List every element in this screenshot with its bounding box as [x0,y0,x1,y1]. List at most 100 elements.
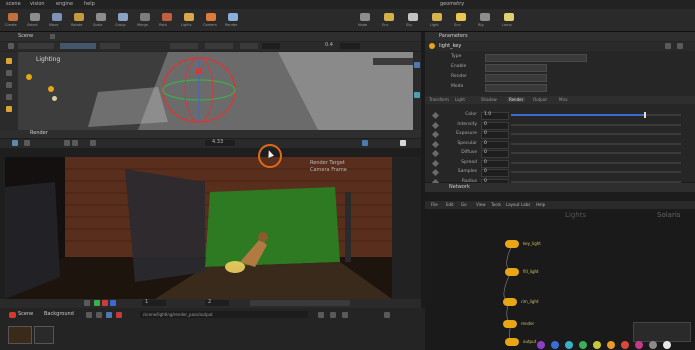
tool-icon[interactable] [318,312,324,318]
frame-slider[interactable] [340,43,360,49]
tab-scene-bottom[interactable]: Scene [18,311,33,318]
display-mode-icon[interactable] [362,140,368,146]
render-image[interactable]: Render Target Camera Frame [5,157,392,299]
param-slider-track[interactable] [511,123,681,126]
network-menu-item[interactable]: Tools [491,202,501,207]
tool-icon[interactable] [86,312,92,318]
houdini-logo-icon[interactable] [9,312,16,318]
shelf-tool-icon[interactable] [228,13,238,21]
param-slider-track[interactable] [511,152,681,154]
color-swatch[interactable] [565,341,573,349]
network-node[interactable] [503,320,517,328]
close-icon[interactable] [50,34,55,39]
tool-icon[interactable] [96,312,102,318]
tool-icon[interactable] [330,312,336,318]
param-header-field[interactable] [485,84,547,92]
param-pencil-icon[interactable] [431,130,440,139]
param-slider-track[interactable] [511,171,681,173]
light-object-icon[interactable] [52,96,57,101]
network-node[interactable] [503,298,517,306]
param-pencil-icon[interactable] [431,168,440,177]
network-menu-item[interactable]: View [476,202,486,207]
param-header-field[interactable] [485,64,547,72]
scale-tool-icon[interactable] [6,94,12,100]
param-header-field[interactable] [485,74,547,82]
param-slider-handle[interactable] [644,112,646,118]
menu-item[interactable]: engine [56,1,73,8]
path-field[interactable] [205,43,233,49]
tab-parameters[interactable]: Parameters [439,33,468,40]
param-pencil-icon[interactable] [431,159,440,167]
shelf-tool-icon[interactable] [52,13,62,21]
menu-item[interactable]: help [84,1,95,8]
network-menu-item[interactable]: Go [461,202,467,207]
shelf-tool-icon[interactable] [408,13,418,21]
tab-scene[interactable]: Scene [18,33,33,40]
stop-icon[interactable] [72,140,78,146]
path-field[interactable] [170,43,198,49]
param-slider-track[interactable] [511,133,681,135]
shelf-tool-icon[interactable] [206,13,216,21]
param-slider-track[interactable] [511,142,681,145]
color-swatch[interactable] [579,341,587,349]
param-tab[interactable]: Shadow [481,97,497,102]
shelf-tool-icon[interactable] [456,13,466,21]
param-pencil-icon[interactable] [431,140,440,148]
color-icon[interactable] [102,300,108,306]
path-field[interactable] [240,43,258,49]
select-tool-icon[interactable] [6,58,12,64]
network-menu-item[interactable]: Edit [446,202,454,207]
param-slider-track[interactable] [511,161,681,164]
rotate-gizmo-icon[interactable] [158,54,240,126]
pause-icon[interactable] [64,140,70,146]
display-icon[interactable] [414,62,420,68]
network-menu-item[interactable]: Labs [521,202,530,207]
color-swatch[interactable] [649,341,657,349]
display-mode-icon[interactable] [400,140,406,146]
color-swatch[interactable] [635,341,643,349]
display-icon[interactable] [414,92,420,98]
shelf-tool-icon[interactable] [74,13,84,21]
timeline-range[interactable] [250,300,350,306]
scene-3d-view[interactable]: Lighting [18,52,413,130]
shelf-tool-icon[interactable] [360,13,370,21]
network-menu-item[interactable]: Help [536,202,545,207]
shelf-tool-icon[interactable] [504,13,514,21]
light-object-icon[interactable] [48,86,54,92]
param-pencil-icon[interactable] [431,111,440,120]
param-pencil-icon[interactable] [431,121,440,129]
path-field[interactable] [100,43,120,49]
home-icon[interactable] [8,43,14,49]
network-node[interactable] [505,338,519,346]
param-tab[interactable]: Misc [559,97,568,102]
param-pencil-icon[interactable] [431,149,440,158]
shelf-tool-icon[interactable] [384,13,394,21]
param-header-field[interactable] [485,54,587,62]
tool-icon[interactable] [116,312,122,318]
path-field[interactable] [60,43,96,49]
shelf-tool-icon[interactable] [8,13,18,21]
frame-field[interactable] [262,43,280,49]
menu-item[interactable]: scene [6,1,21,8]
color-swatch[interactable] [551,341,559,349]
tool-icon[interactable] [342,312,348,318]
rotate-tool-icon[interactable] [6,82,12,88]
shelf-tool-icon[interactable] [118,13,128,21]
color-swatch[interactable] [607,341,615,349]
param-tab[interactable]: Transform [429,97,449,102]
color-swatch[interactable] [663,341,671,349]
path-field[interactable] [18,43,54,49]
menu-item[interactable]: vision [30,1,45,8]
shelf-tool-icon[interactable] [480,13,490,21]
thumbnail[interactable] [34,326,54,344]
color-swatch[interactable] [621,341,629,349]
param-tab[interactable]: Render [507,97,526,102]
color-icon[interactable] [94,300,100,306]
color-icon[interactable] [110,300,116,306]
network-canvas[interactable]: Lights Solaris key_light fill_light rim_li… [425,210,695,350]
network-node[interactable] [505,240,519,248]
render-icon[interactable] [24,140,30,146]
shelf-tool-icon[interactable] [432,13,442,21]
camera-icon[interactable] [12,140,18,146]
shelf-tool-icon[interactable] [162,13,172,21]
